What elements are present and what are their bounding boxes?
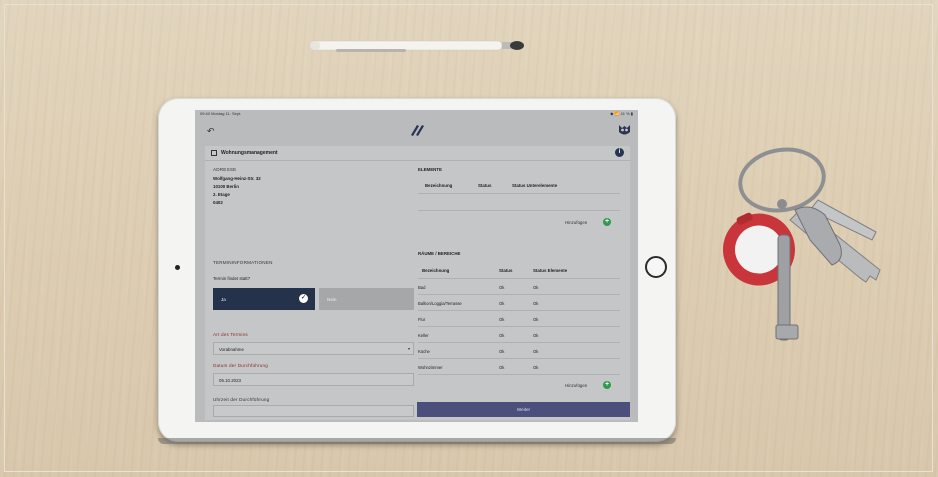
tablet-edge xyxy=(158,438,676,444)
date-label: Datum der Durchführung xyxy=(213,363,268,368)
appointment-question: Termin findet statt? xyxy=(213,276,251,281)
rooms-add-label[interactable]: Hinzufügen xyxy=(565,383,587,388)
divider xyxy=(418,193,620,194)
date-value: 05.10.2023 xyxy=(219,378,241,383)
add-room-plus-icon[interactable]: + xyxy=(603,381,611,389)
rooms-col-elements: Status Elemente xyxy=(533,268,568,273)
time-field[interactable] xyxy=(213,405,414,417)
card-title: Wohnungsmanagement xyxy=(221,150,278,156)
checkmark-icon: ✓ xyxy=(299,294,308,303)
status-indicators: ◆ 📶 41 % ▮ xyxy=(610,111,633,116)
room-elements-status: Ok xyxy=(533,301,539,306)
status-bar: 09:40 Montag 11. Sept. ◆ 📶 41 % ▮ xyxy=(195,110,638,118)
elements-add-label[interactable]: Hinzufügen xyxy=(565,220,587,225)
divider xyxy=(418,210,620,211)
address-floor: 2. Etage xyxy=(213,192,230,197)
status-time: 09:40 Montag 11. Sept. xyxy=(200,111,242,116)
room-status: Ok xyxy=(499,333,505,338)
keyring-with-keys xyxy=(722,147,881,341)
apartment-management-card: Wohnungsmanagement i ADRESSE Wolfgang-He… xyxy=(205,146,630,420)
chevron-down-icon: ▾ xyxy=(407,346,410,351)
room-elements-status: Ok xyxy=(533,317,539,322)
address-label: ADRESSE xyxy=(213,167,237,172)
rooms-col-status: Status xyxy=(499,268,513,273)
divider xyxy=(418,374,620,375)
calendar-icon xyxy=(211,150,217,156)
front-camera xyxy=(175,265,180,270)
continue-button[interactable]: Weiter xyxy=(417,402,630,417)
divider xyxy=(418,310,620,311)
info-icon[interactable]: i xyxy=(615,148,624,157)
rooms-title: RÄUME / BEREICHE xyxy=(418,251,461,256)
card-header: Wohnungsmanagement i xyxy=(205,146,630,161)
continue-label: Weiter xyxy=(516,407,531,412)
rooms-col-name: Bezeichnung xyxy=(422,268,450,273)
yes-button[interactable]: Ja ✓ xyxy=(213,288,315,310)
room-status: Ok xyxy=(499,349,505,354)
divider xyxy=(418,294,620,295)
elements-col-status: Status xyxy=(478,183,492,188)
room-elements-status: Ok xyxy=(533,285,539,290)
room-status: Ok xyxy=(499,301,505,306)
room-name: Flur xyxy=(418,317,426,322)
app-bar: ↶ xyxy=(195,118,638,142)
room-name: Keller xyxy=(418,333,429,338)
time-label: Uhrzeit der Durchführung xyxy=(213,397,270,402)
brand-logo-icon xyxy=(411,125,424,136)
date-field[interactable]: 05.10.2023 xyxy=(213,373,414,386)
address-city: 10100 Berlin xyxy=(213,184,239,189)
tablet-screen: 09:40 Montag 11. Sept. ◆ 📶 41 % ▮ ↶ Wohn… xyxy=(195,110,638,422)
room-name: Küche xyxy=(418,349,430,354)
elements-col-substatus: Status Unterelemente xyxy=(512,183,558,188)
room-name: Bad xyxy=(418,285,426,290)
address-unit: 0402 xyxy=(213,200,223,205)
appointment-type-value: Vorabnahme xyxy=(219,347,244,352)
add-element-plus-icon[interactable]: + xyxy=(603,218,611,226)
owl-avatar-icon[interactable] xyxy=(618,123,631,136)
room-name: Balkon/Loggia/Terrasse xyxy=(418,301,462,306)
room-status: Ok xyxy=(499,285,505,290)
divider xyxy=(418,326,620,327)
divider xyxy=(418,358,620,359)
room-elements-status: Ok xyxy=(533,365,539,370)
appointment-type-select[interactable]: Vorabnahme ▾ xyxy=(213,342,414,355)
appointment-section-label: TERMININFORMATIONEN xyxy=(213,260,273,265)
appointment-type-label: Art des Termins xyxy=(213,332,248,337)
undo-arrow-icon[interactable]: ↶ xyxy=(207,126,215,137)
address-street: Wolfgang-Heinz-Str. 32 xyxy=(213,176,261,181)
room-status: Ok xyxy=(499,365,505,370)
divider xyxy=(418,342,620,343)
no-button[interactable]: Nein xyxy=(319,288,414,310)
elements-col-name: Bezeichnung xyxy=(425,183,453,188)
room-elements-status: Ok xyxy=(533,349,539,354)
yes-label: Ja xyxy=(221,297,226,302)
room-elements-status: Ok xyxy=(533,333,539,338)
elements-title: ELEMENTE xyxy=(418,167,442,172)
no-label: Nein xyxy=(327,297,337,302)
home-button[interactable] xyxy=(645,256,667,278)
room-status: Ok xyxy=(499,317,505,322)
stylus-pen xyxy=(309,40,524,52)
divider xyxy=(418,278,620,279)
room-name: Wohnzimmer xyxy=(418,365,443,370)
